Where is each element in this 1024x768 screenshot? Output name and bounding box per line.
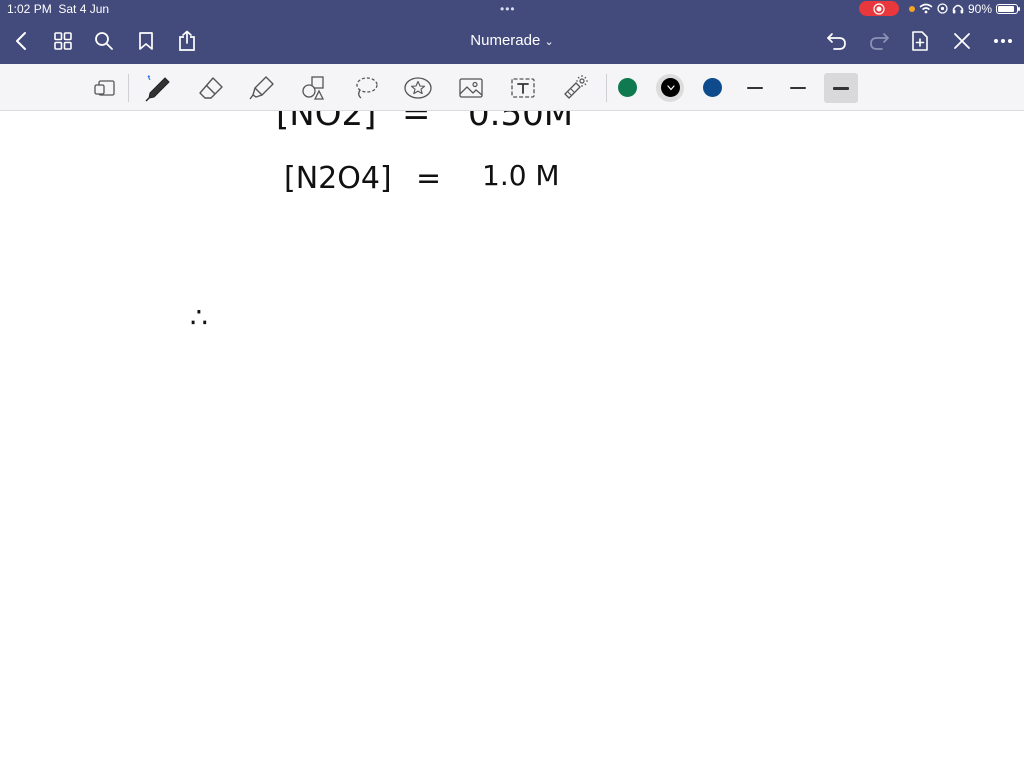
color-green-swatch[interactable] [618, 78, 637, 97]
stroke-thick-button[interactable] [824, 73, 858, 103]
multitasking-dots-icon[interactable]: ••• [500, 2, 516, 16]
stroke-medium-button[interactable] [781, 73, 815, 103]
chevron-down-icon: ⌄ [544, 36, 554, 48]
shapes-icon[interactable] [298, 72, 330, 104]
equation-2-equals: = [416, 161, 441, 196]
status-indicators: 90% [858, 1, 1020, 16]
drawing-toolbar [0, 64, 1024, 111]
search-icon[interactable] [91, 28, 117, 54]
back-icon[interactable] [8, 28, 34, 54]
close-icon[interactable] [949, 28, 975, 54]
color-black-swatch[interactable] [661, 78, 680, 97]
redo-icon[interactable] [866, 28, 892, 54]
headphones-icon [952, 4, 964, 14]
battery-fill [998, 5, 1015, 12]
highlighter-icon[interactable] [246, 72, 278, 104]
battery-percent: 90% [967, 1, 992, 16]
equation-2-value: 1.0 M [482, 159, 560, 192]
equation-line-1: [NO2] = 0.50M [276, 111, 573, 134]
battery-icon [996, 3, 1020, 14]
wifi-icon [919, 3, 933, 14]
chevron-down-icon [666, 84, 675, 90]
equation-1-equals: = [402, 111, 431, 134]
equation-1-species: [NO2] [276, 111, 376, 134]
color-blue-swatch[interactable] [703, 78, 722, 97]
equation-1-value: 0.50M [468, 111, 573, 134]
more-icon[interactable] [990, 28, 1016, 54]
toolbar-divider [128, 74, 129, 102]
status-bar: 1:02 PM Sat 4 Jun [7, 2, 109, 16]
toolbar-divider [606, 74, 607, 102]
handwriting-layer: [NO2] = 0.50M [N2O4] = 1.0 M ∴ [190, 111, 573, 334]
equation-line-2: [N2O4] = 1.0 M [284, 159, 560, 196]
grid-icon[interactable] [50, 28, 76, 54]
document-title-label: Numerade [470, 32, 541, 49]
location-icon [937, 3, 948, 14]
share-icon[interactable] [174, 28, 200, 54]
therefore-symbol: ∴ [190, 301, 208, 334]
screen-recording-icon[interactable] [858, 1, 899, 16]
status-date: Sat 4 Jun [58, 2, 110, 16]
image-icon[interactable] [455, 72, 487, 104]
document-title-button[interactable]: Numerade ⌄ [470, 32, 553, 49]
page-view-icon[interactable] [89, 72, 121, 104]
add-page-icon[interactable] [907, 28, 933, 54]
writing-canvas[interactable]: [NO2] = 0.50M [N2O4] = 1.0 M ∴ [0, 111, 1024, 768]
bookmark-icon[interactable] [133, 28, 159, 54]
laser-pointer-icon[interactable] [559, 72, 591, 104]
lasso-icon[interactable] [350, 72, 382, 104]
stroke-thin-button[interactable] [738, 73, 772, 103]
mic-in-use-indicator [908, 5, 915, 12]
undo-icon[interactable] [824, 28, 850, 54]
eraser-icon[interactable] [195, 72, 227, 104]
sticker-icon[interactable] [402, 72, 434, 104]
text-icon[interactable] [507, 72, 539, 104]
top-bar: 1:02 PM Sat 4 Jun ••• 90% Numerade ⌄ [0, 0, 1024, 64]
pen-icon[interactable] [142, 72, 174, 104]
equation-2-species: [N2O4] [284, 161, 392, 196]
status-time: 1:02 PM [7, 2, 52, 16]
